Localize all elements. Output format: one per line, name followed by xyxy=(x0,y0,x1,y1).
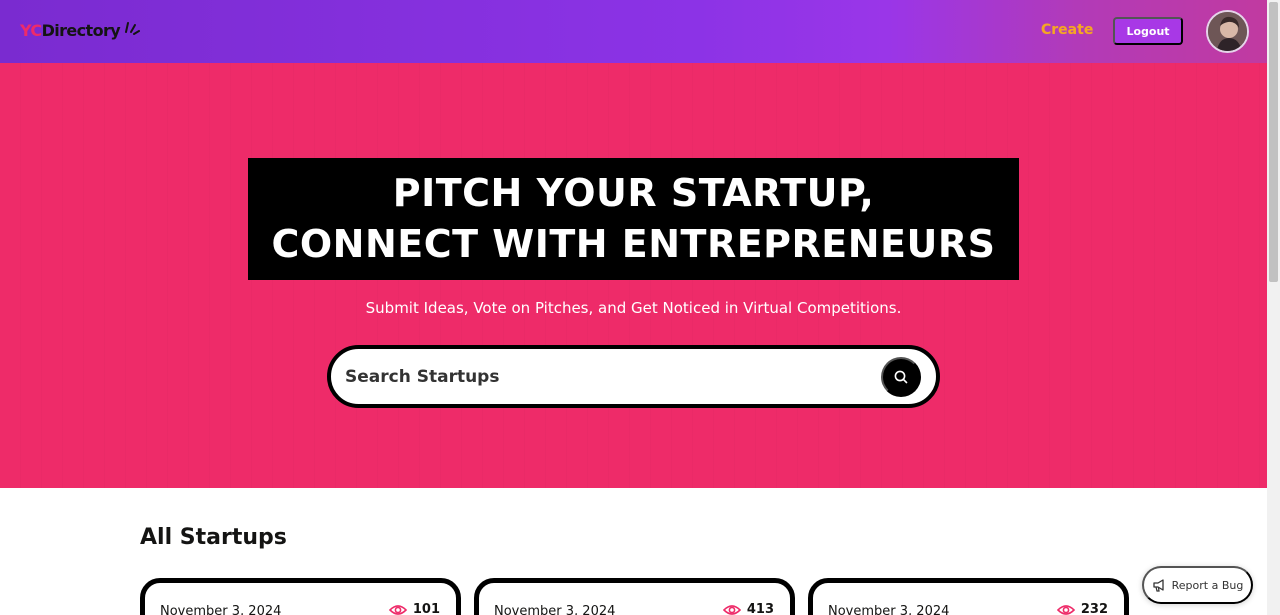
megaphone-icon xyxy=(1152,579,1164,592)
logo[interactable]: YC Directory xyxy=(20,21,141,40)
startup-card[interactable]: November 3, 2024 232 xyxy=(808,578,1129,615)
scrollbar[interactable] xyxy=(1267,0,1280,615)
eye-icon xyxy=(388,604,407,615)
eye-icon xyxy=(722,604,741,615)
logo-yc: YC xyxy=(20,21,42,40)
startup-card[interactable]: November 3, 2024 413 xyxy=(474,578,795,615)
avatar[interactable] xyxy=(1206,10,1249,53)
navbar: YC Directory Create Logout xyxy=(0,0,1267,63)
logout-button[interactable]: Logout xyxy=(1113,17,1183,45)
scrollbar-thumb[interactable] xyxy=(1269,2,1278,282)
avatar-image xyxy=(1208,12,1247,51)
hero-subtitle: Submit Ideas, Vote on Pitches, and Get N… xyxy=(365,299,902,317)
card-views: 232 xyxy=(1056,602,1108,615)
search-form xyxy=(327,345,940,408)
search-button[interactable] xyxy=(881,357,921,397)
card-date: November 3, 2024 xyxy=(160,604,282,615)
card-date: November 3, 2024 xyxy=(828,604,950,615)
eye-icon xyxy=(1056,604,1075,615)
card-views: 413 xyxy=(722,602,774,615)
startup-card[interactable]: November 3, 2024 101 xyxy=(140,578,461,615)
report-bug-button[interactable]: Report a Bug xyxy=(1142,566,1253,604)
search-input[interactable] xyxy=(345,349,865,404)
hero-title-line-2: CONNECT WITH ENTREPRENEURS xyxy=(271,222,996,266)
views-count: 232 xyxy=(1080,602,1108,615)
views-count: 101 xyxy=(412,602,440,615)
create-link[interactable]: Create xyxy=(1041,22,1093,38)
hero-section: PITCH YOUR STARTUP, CONNECT WITH ENTREPR… xyxy=(0,63,1267,488)
all-startups-heading: All Startups xyxy=(140,525,287,550)
hero-title: PITCH YOUR STARTUP, CONNECT WITH ENTREPR… xyxy=(248,158,1019,280)
logo-directory: Directory xyxy=(41,21,121,40)
card-date: November 3, 2024 xyxy=(494,604,616,615)
page: YC Directory Create Logout PITCH YOUR ST… xyxy=(0,0,1280,615)
views-count: 413 xyxy=(746,602,774,615)
report-bug-label: Report a Bug xyxy=(1171,578,1244,592)
card-views: 101 xyxy=(388,602,440,615)
spark-icon xyxy=(125,21,141,35)
search-icon xyxy=(894,370,908,384)
hero-title-line-1: PITCH YOUR STARTUP, xyxy=(392,171,875,215)
